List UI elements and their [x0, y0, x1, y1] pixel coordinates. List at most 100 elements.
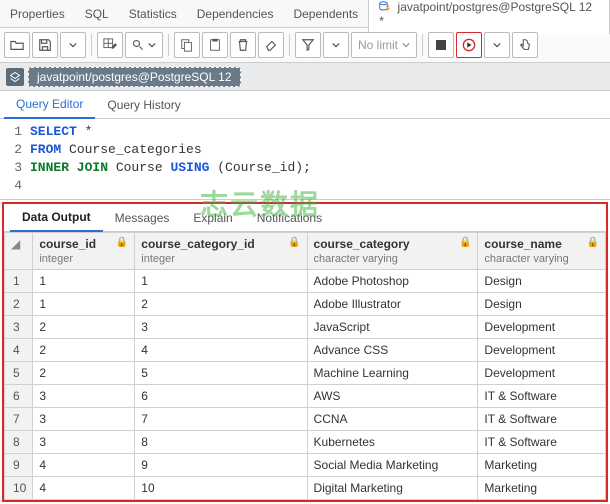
cell[interactable]: 5 — [135, 362, 307, 385]
table-row[interactable]: 636AWSIT & Software — [5, 385, 606, 408]
cell[interactable]: Development — [478, 339, 606, 362]
cell[interactable]: 2 — [135, 293, 307, 316]
table-row[interactable]: 838KubernetesIT & Software — [5, 431, 606, 454]
cell[interactable]: 4 — [135, 339, 307, 362]
cell[interactable]: 3 — [135, 316, 307, 339]
column-header[interactable]: 🔒course_namecharacter varying — [478, 233, 606, 270]
search-dropdown[interactable] — [125, 32, 163, 58]
cell[interactable]: Development — [478, 316, 606, 339]
cell[interactable]: AWS — [307, 385, 478, 408]
tab-query-history[interactable]: Query History — [95, 92, 192, 118]
tab-sql[interactable]: SQL — [75, 1, 119, 27]
cell[interactable]: 7 — [135, 408, 307, 431]
search-icon — [132, 39, 144, 51]
table-row[interactable]: 111Adobe PhotoshopDesign — [5, 270, 606, 293]
cell[interactable]: 4 — [33, 477, 135, 500]
open-file-button[interactable] — [4, 32, 30, 58]
cell[interactable]: 2 — [33, 316, 135, 339]
tab-dependents[interactable]: Dependents — [283, 1, 368, 27]
cell[interactable]: Digital Marketing — [307, 477, 478, 500]
explain-button[interactable] — [512, 32, 538, 58]
copy-button[interactable] — [174, 32, 200, 58]
row-number: 5 — [5, 362, 33, 385]
cell[interactable]: Machine Learning — [307, 362, 478, 385]
tab-statistics[interactable]: Statistics — [119, 1, 187, 27]
lock-icon: 🔒 — [288, 237, 300, 248]
execute-dropdown[interactable] — [484, 32, 510, 58]
column-header[interactable]: 🔒course_category_idinteger — [135, 233, 307, 270]
sql-code[interactable]: SELECT * FROM Course_categories INNER JO… — [30, 123, 311, 195]
tab-dependencies[interactable]: Dependencies — [187, 1, 284, 27]
top-tabs: Properties SQL Statistics Dependencies D… — [0, 0, 610, 28]
cell[interactable]: 3 — [33, 408, 135, 431]
table-row[interactable]: 424Advance CSSDevelopment — [5, 339, 606, 362]
cell[interactable]: 1 — [135, 270, 307, 293]
clear-dropdown[interactable] — [258, 32, 284, 58]
edit-grid-button[interactable] — [97, 32, 123, 58]
delete-button[interactable] — [230, 32, 256, 58]
row-number: 6 — [5, 385, 33, 408]
table-row[interactable]: 949Social Media MarketingMarketing — [5, 454, 606, 477]
cell[interactable]: 2 — [33, 339, 135, 362]
tab-query-tool[interactable]: javatpoint/postgres@PostgreSQL 12 * — [368, 0, 610, 35]
column-header[interactable]: 🔒course_idinteger — [33, 233, 135, 270]
cell[interactable]: CCNA — [307, 408, 478, 431]
result-grid[interactable]: ◢🔒course_idinteger🔒course_category_idint… — [4, 232, 606, 500]
table-row[interactable]: 10410Digital MarketingMarketing — [5, 477, 606, 500]
cell[interactable]: Adobe Illustrator — [307, 293, 478, 316]
cell[interactable]: JavaScript — [307, 316, 478, 339]
tab-data-output[interactable]: Data Output — [10, 204, 103, 232]
row-number: 7 — [5, 408, 33, 431]
filter-dropdown[interactable] — [323, 32, 349, 58]
tab-explain[interactable]: Explain — [181, 205, 244, 231]
cell[interactable]: 4 — [33, 454, 135, 477]
cell[interactable]: 3 — [33, 385, 135, 408]
limit-dropdown[interactable]: No limit — [351, 32, 417, 58]
connection-path[interactable]: javatpoint/postgres@PostgreSQL 12 — [28, 67, 241, 87]
cell[interactable]: Adobe Photoshop — [307, 270, 478, 293]
chevron-down-icon — [69, 41, 77, 49]
save-button[interactable] — [32, 32, 58, 58]
cell[interactable]: IT & Software — [478, 431, 606, 454]
stop-button[interactable] — [428, 32, 454, 58]
tab-properties[interactable]: Properties — [0, 1, 75, 27]
cell[interactable]: Marketing — [478, 454, 606, 477]
cell[interactable]: 2 — [33, 362, 135, 385]
cell[interactable]: 3 — [33, 431, 135, 454]
connection-breadcrumb: javatpoint/postgres@PostgreSQL 12 — [0, 63, 610, 91]
cell[interactable]: IT & Software — [478, 385, 606, 408]
cell[interactable]: Social Media Marketing — [307, 454, 478, 477]
tab-messages[interactable]: Messages — [103, 205, 182, 231]
result-tabs: Data Output Messages Explain Notificatio… — [4, 204, 606, 232]
filter-button[interactable] — [295, 32, 321, 58]
cell[interactable]: 9 — [135, 454, 307, 477]
stop-icon — [435, 39, 447, 51]
cell[interactable]: Advance CSS — [307, 339, 478, 362]
table-row[interactable]: 525Machine LearningDevelopment — [5, 362, 606, 385]
cell[interactable]: Design — [478, 270, 606, 293]
cell[interactable]: Design — [478, 293, 606, 316]
cell[interactable]: Marketing — [478, 477, 606, 500]
row-number: 4 — [5, 339, 33, 362]
cell[interactable]: Development — [478, 362, 606, 385]
save-icon — [38, 38, 52, 52]
row-number: 9 — [5, 454, 33, 477]
table-row[interactable]: 737CCNAIT & Software — [5, 408, 606, 431]
cell[interactable]: 1 — [33, 293, 135, 316]
table-row[interactable]: 212Adobe IllustratorDesign — [5, 293, 606, 316]
column-header[interactable]: 🔒course_categorycharacter varying — [307, 233, 478, 270]
tab-query-editor[interactable]: Query Editor — [4, 91, 95, 119]
cell[interactable]: 6 — [135, 385, 307, 408]
execute-button[interactable] — [456, 32, 482, 58]
cell[interactable]: IT & Software — [478, 408, 606, 431]
paste-button[interactable] — [202, 32, 228, 58]
tab-notifications[interactable]: Notifications — [245, 205, 334, 231]
cell[interactable]: Kubernetes — [307, 431, 478, 454]
save-dropdown[interactable] — [60, 32, 86, 58]
table-row[interactable]: 323JavaScriptDevelopment — [5, 316, 606, 339]
cell[interactable]: 8 — [135, 431, 307, 454]
cell[interactable]: 10 — [135, 477, 307, 500]
row-number: 3 — [5, 316, 33, 339]
sql-editor[interactable]: 1234 SELECT * FROM Course_categories INN… — [0, 119, 610, 200]
cell[interactable]: 1 — [33, 270, 135, 293]
